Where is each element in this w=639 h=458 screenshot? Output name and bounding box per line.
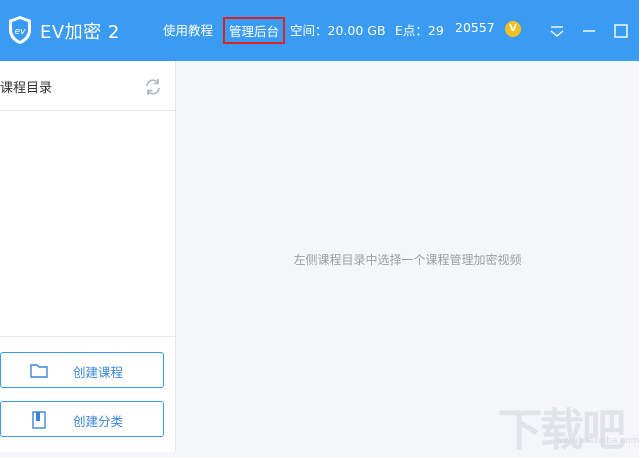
sidebar-divider xyxy=(0,336,175,337)
minimize-icon[interactable] xyxy=(580,22,598,40)
storage-space-text: 空间：20.00 GB xyxy=(290,23,386,38)
dropdown-icon[interactable] xyxy=(548,22,566,40)
ev-logo-icon: ev xyxy=(9,16,31,44)
e-points-text: E点：29 xyxy=(395,23,444,38)
create-category-label: 创建分类 xyxy=(73,414,124,429)
title-bar: ev EV加密 2 使用教程 管理后台 空间：20.00 GB E点：29 20… xyxy=(0,0,639,61)
watermark-text: 下载吧 xyxy=(498,405,626,456)
nav-admin-link[interactable]: 管理后台 xyxy=(223,17,286,44)
vip-badge-icon[interactable]: V xyxy=(505,21,521,37)
app-title: EV加密 2 xyxy=(40,22,120,43)
create-course-label: 创建课程 xyxy=(73,365,124,380)
sidebar-title: 课程目录 xyxy=(0,81,53,96)
folder-icon xyxy=(30,364,48,378)
nav-tutorial-link[interactable]: 使用教程 xyxy=(163,20,213,39)
maximize-icon[interactable] xyxy=(612,22,630,40)
watermark-url: www.xiazaiba.com xyxy=(556,436,639,446)
empty-state-message: 左侧课程目录中选择一个课程管理加密视频 xyxy=(293,253,522,267)
user-id-text: 20557 xyxy=(455,20,495,35)
sidebar-header: 课程目录 xyxy=(0,61,175,111)
create-course-button[interactable]: 创建课程 xyxy=(0,352,164,388)
refresh-icon[interactable] xyxy=(143,77,163,97)
course-sidebar: 课程目录 创建课程 创建分类 xyxy=(0,61,176,452)
book-icon xyxy=(32,411,46,429)
svg-text:ev: ev xyxy=(15,27,27,37)
create-category-button[interactable]: 创建分类 xyxy=(0,401,164,437)
watermark-logo: 下载吧 www.xiazaiba.com xyxy=(498,392,639,456)
